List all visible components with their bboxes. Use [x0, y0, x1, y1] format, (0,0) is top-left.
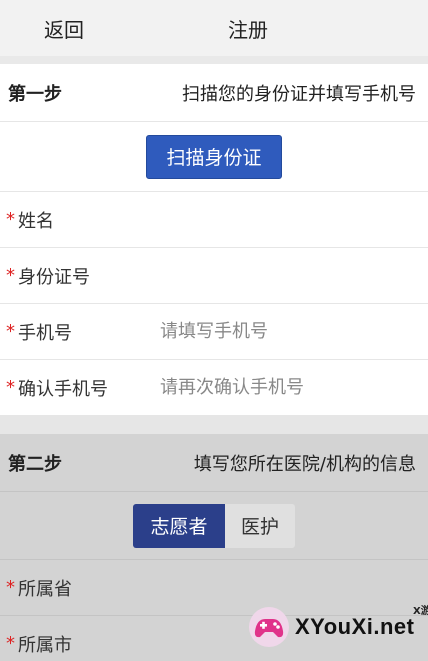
watermark-text: X游戏 XYouXi.net: [295, 606, 428, 640]
required-mark: *: [6, 633, 15, 654]
step1-label: 第一步: [8, 83, 62, 105]
id-number-input[interactable]: [160, 255, 418, 296]
phone-label: 手机号: [18, 322, 72, 344]
required-mark: *: [6, 377, 15, 398]
volunteer-toggle-option[interactable]: 志愿者: [133, 503, 225, 548]
step2-label: 第二步: [8, 453, 62, 475]
back-button[interactable]: 返回: [44, 14, 84, 43]
step1-header: 第一步 扫描您的身份证并填写手机号: [0, 64, 428, 122]
id-number-label: 身份证号: [18, 266, 90, 288]
top-bar: 返回 注册: [0, 0, 428, 56]
watermark-small-text: X游戏: [413, 606, 428, 617]
role-toggle: 志愿者 医护: [133, 503, 295, 548]
medical-toggle-option[interactable]: 医护: [225, 503, 295, 548]
province-label: 所属省: [18, 578, 72, 600]
phone-input[interactable]: [160, 311, 418, 352]
id-number-field-row: * 身份证号: [0, 248, 428, 304]
section-divider: [0, 416, 428, 434]
step1-description: 扫描您的身份证并填写手机号: [182, 83, 416, 105]
scan-id-card-button[interactable]: 扫描身份证: [146, 134, 282, 179]
role-toggle-row: 志愿者 医护: [0, 492, 428, 560]
required-mark: *: [6, 321, 15, 342]
divider: [0, 56, 428, 64]
required-mark: *: [6, 209, 15, 230]
step2-description: 填写您所在医院/机构的信息: [193, 453, 416, 475]
page-title: 注册: [228, 18, 268, 42]
city-label: 所属市: [18, 634, 72, 656]
watermark: X游戏 XYouXi.net: [247, 599, 428, 655]
watermark-big-text: XYouXi.net: [295, 614, 415, 639]
scan-row: 扫描身份证: [0, 122, 428, 192]
name-label: 姓名: [18, 210, 54, 232]
step2-header: 第二步 填写您所在医院/机构的信息: [0, 434, 428, 492]
required-mark: *: [6, 265, 15, 286]
gamepad-logo-icon: [247, 605, 291, 649]
confirm-phone-field-row: * 确认手机号: [0, 360, 428, 416]
confirm-phone-input[interactable]: [160, 367, 418, 408]
name-input[interactable]: [160, 199, 418, 240]
confirm-phone-label: 确认手机号: [18, 378, 108, 400]
name-field-row: * 姓名: [0, 192, 428, 248]
required-mark: *: [6, 577, 15, 598]
phone-field-row: * 手机号: [0, 304, 428, 360]
